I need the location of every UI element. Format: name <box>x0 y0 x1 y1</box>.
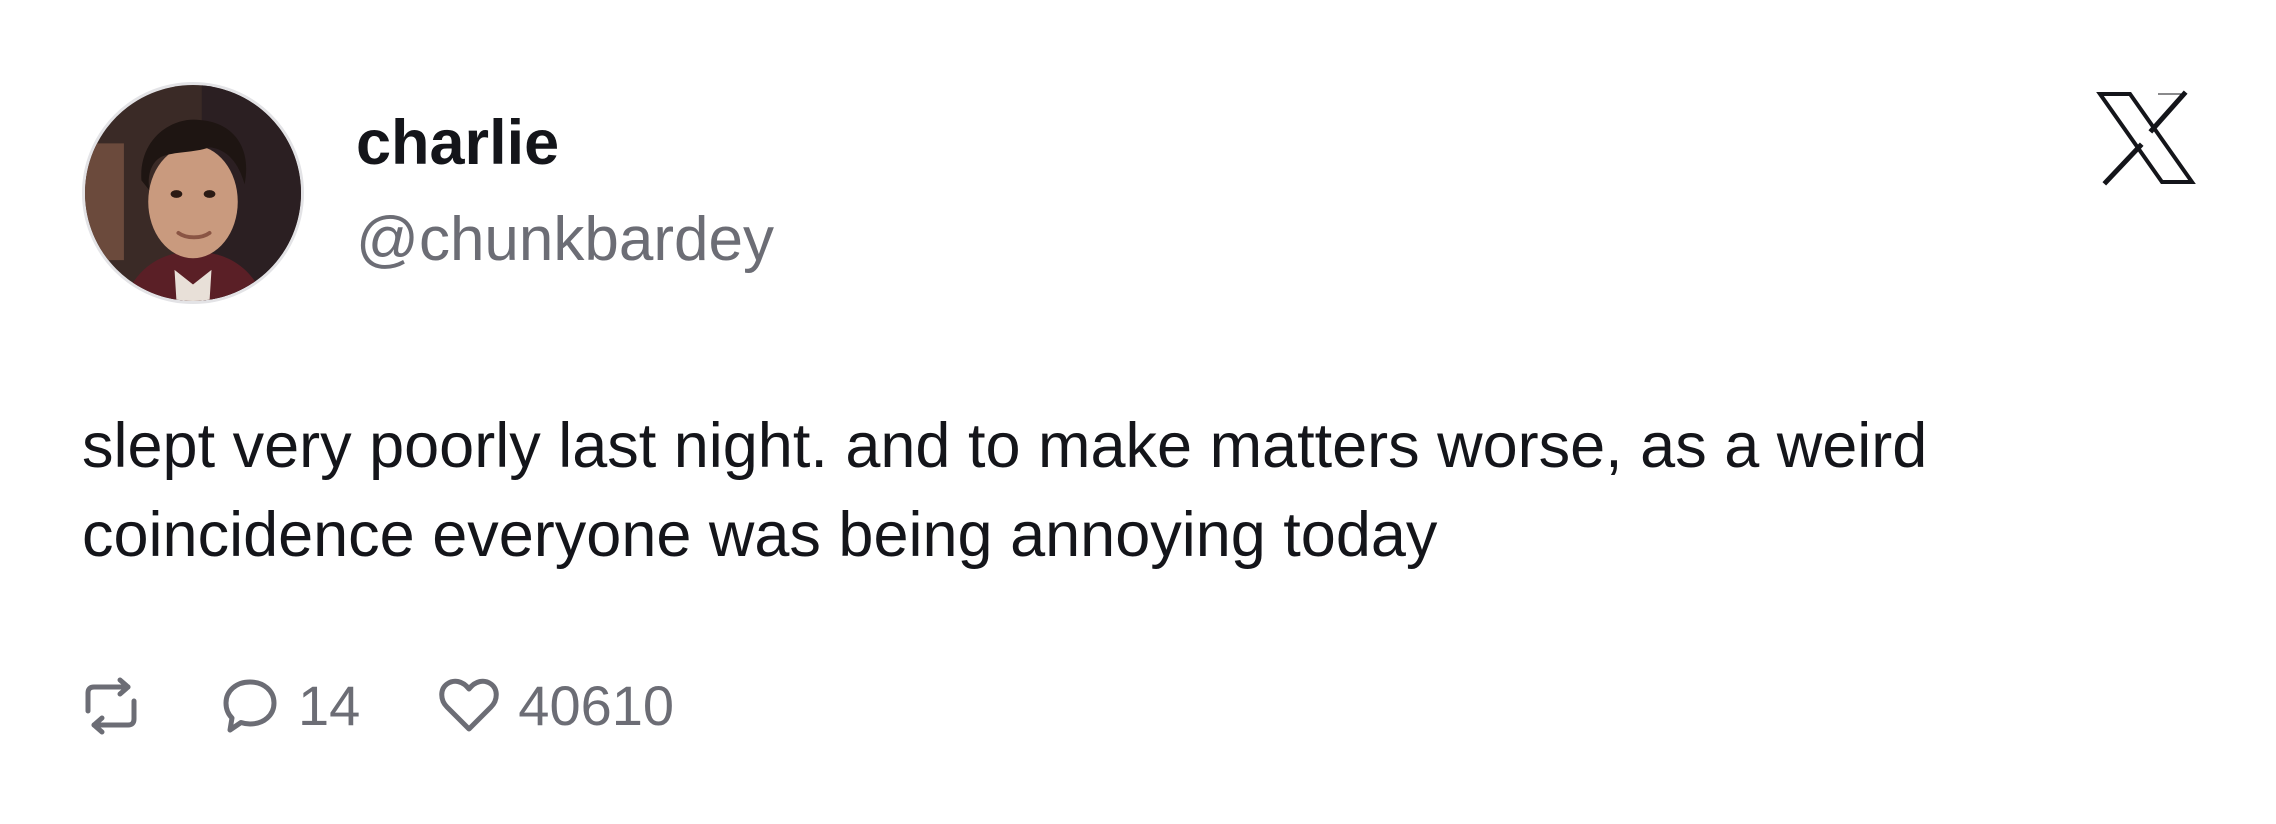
avatar-photo <box>85 85 301 301</box>
avatar[interactable] <box>82 82 304 304</box>
author-handle[interactable]: @chunkbardey <box>356 200 774 280</box>
reply-button[interactable]: 14 <box>220 670 360 742</box>
repost-icon <box>85 677 137 735</box>
like-button[interactable]: 40610 <box>438 670 674 742</box>
post-text: slept very poorly last night. and to mak… <box>82 411 1928 570</box>
repost-button[interactable] <box>82 677 140 735</box>
heart-icon <box>439 678 500 732</box>
author-display-name[interactable]: charlie <box>356 103 559 183</box>
like-count: 40610 <box>518 674 675 737</box>
reply-icon <box>223 679 277 733</box>
action-bar: 14 40610 <box>82 670 674 742</box>
reply-count: 14 <box>298 674 361 737</box>
x-logo-icon[interactable] <box>2096 88 2196 188</box>
post-card: charlie @chunkbardey slept very poorly l… <box>0 0 2276 824</box>
